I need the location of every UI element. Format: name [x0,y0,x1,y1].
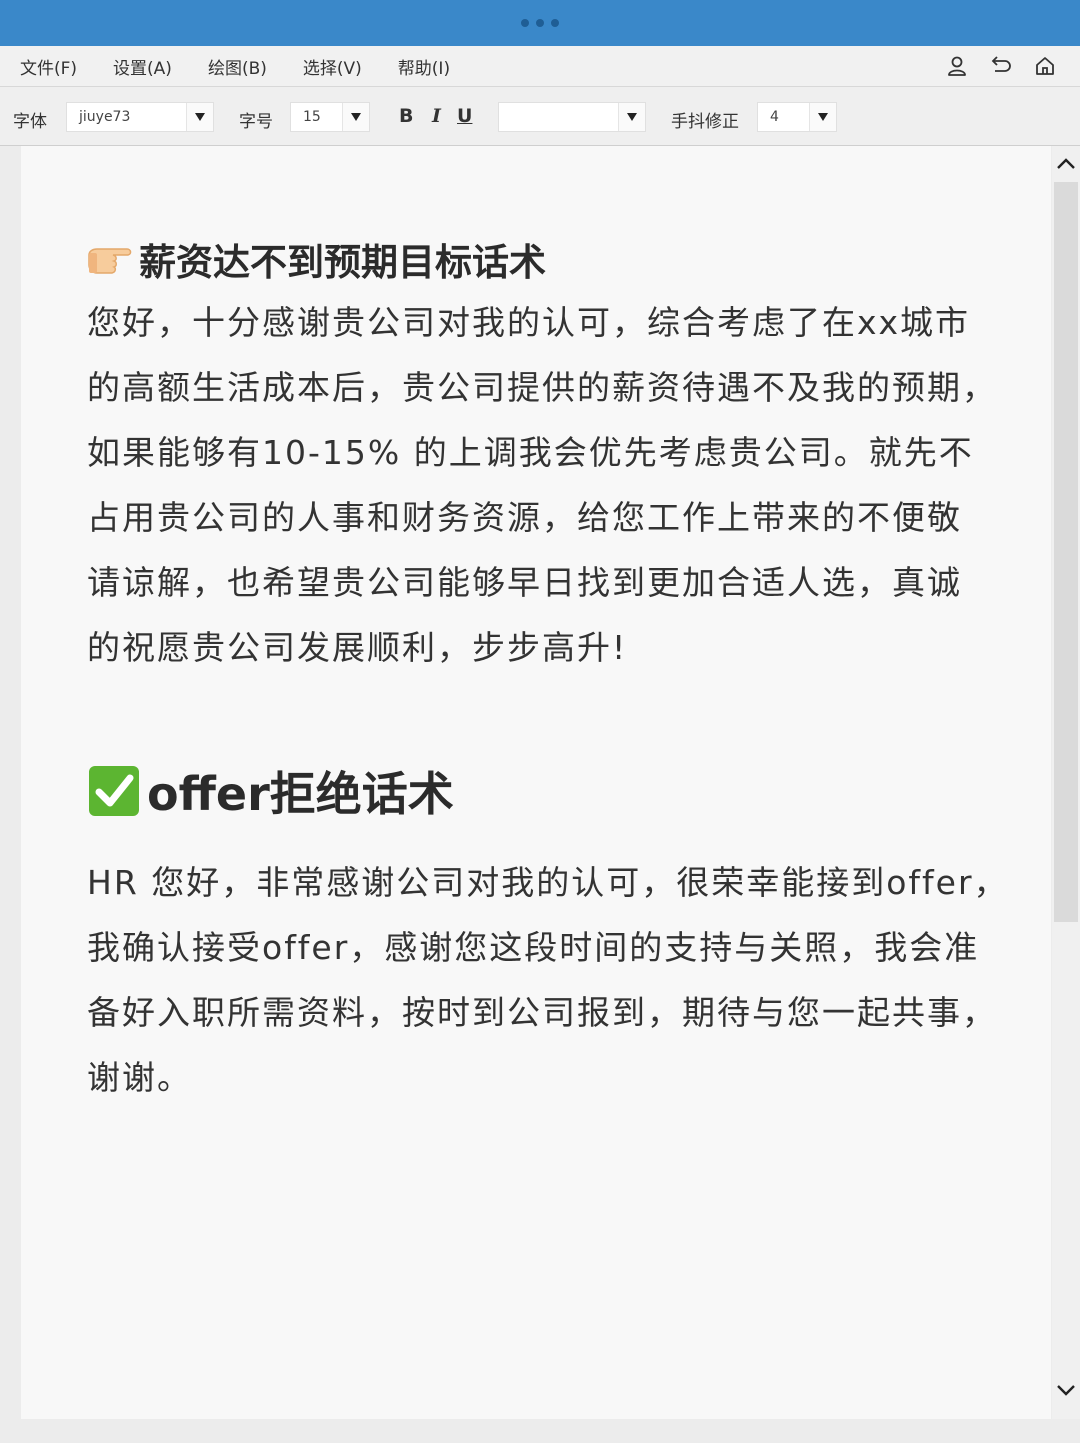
home-icon[interactable] [1032,54,1058,78]
dropdown-arrow-icon[interactable] [342,103,369,131]
size-select-value: 15 [303,109,321,125]
style-select[interactable] [498,102,646,132]
section1-line: 请谅解，也希望贵公司能够早日找到更加合适人选，真诚 [87,563,962,602]
dropdown-arrow-icon[interactable] [809,103,836,131]
section1-title: 薪资达不到预期目标话术 [139,241,546,284]
section1-line: 占用贵公司的人事和财务资源，给您工作上带来的不便敬 [87,498,962,537]
menu-select[interactable]: 选择(V) [303,54,362,79]
section2-line: HR 您好，非常感谢公司对我的认可，很荣幸能接到offer， [87,863,1009,902]
section2-body: HR 您好，非常感谢公司对我的认可，很荣幸能接到offer， 我确认接受offe… [87,850,1017,1110]
bold-button[interactable]: B [399,105,413,127]
size-label: 字号 [239,112,273,132]
section1-line: 如果能够有10-15% 的上调我会优先考虑贵公司。就先不 [87,433,974,472]
menu-bar: 文件(F) 设置(A) 绘图(B) 选择(V) 帮助(I) [0,46,1080,87]
dot-icon [521,19,529,27]
dropdown-arrow-icon[interactable] [186,103,213,131]
section1-body: 您好，十分感谢贵公司对我的认可，综合考虑了在xx城市 的高额生活成本后，贵公司提… [87,290,1017,680]
font-label: 字体 [13,112,47,132]
shake-correction-value: 4 [770,109,779,125]
dot-icon [551,19,559,27]
format-toolbar: 字体 jiuye73 字号 15 B I U 手抖修正 4 [0,87,1080,146]
window-menu-dots[interactable] [521,19,559,27]
menu-draw[interactable]: 绘图(B) [208,54,267,79]
italic-button[interactable]: I [432,105,441,127]
section1-heading: 薪资达不到预期目标话术 [87,232,546,286]
section2-heading: offer拒绝话术 [87,758,454,824]
title-bar [0,0,1080,46]
menu-file[interactable]: 文件(F) [20,54,77,79]
section1-line: 的祝愿贵公司发展顺利，步步高升! [87,628,628,667]
check-mark-icon [87,764,141,818]
size-select[interactable]: 15 [290,102,370,132]
vertical-scrollbar[interactable] [1052,146,1080,1419]
font-select-value: jiuye73 [79,109,131,125]
section2-title: offer拒绝话术 [147,767,454,821]
dot-icon [536,19,544,27]
section2-line: 谢谢。 [87,1058,192,1097]
shake-correction-select[interactable]: 4 [757,102,837,132]
pointing-hand-icon [87,241,133,277]
section2-line: 备好入职所需资料，按时到公司报到，期待与您一起共事， [87,993,997,1032]
shake-correction-label: 手抖修正 [671,112,739,132]
menu-settings[interactable]: 设置(A) [113,54,172,79]
section1-line: 您好，十分感谢贵公司对我的认可，综合考虑了在xx城市 [87,303,971,342]
dropdown-arrow-icon[interactable] [618,103,645,131]
chevron-down-icon[interactable] [1052,1376,1080,1404]
menu-help[interactable]: 帮助(I) [398,54,450,79]
chevron-up-icon[interactable] [1052,150,1080,178]
section2-line: 我确认接受offer，感谢您这段时间的支持与关照，我会准 [87,928,980,967]
font-select[interactable]: jiuye73 [66,102,214,132]
section1-line: 的高额生活成本后，贵公司提供的薪资待遇不及我的预期， [87,368,997,407]
undo-icon[interactable] [988,54,1014,78]
menu-actions [944,54,1058,78]
scrollbar-thumb[interactable] [1054,182,1078,922]
user-icon[interactable] [944,54,970,78]
underline-button[interactable]: U [457,105,472,127]
